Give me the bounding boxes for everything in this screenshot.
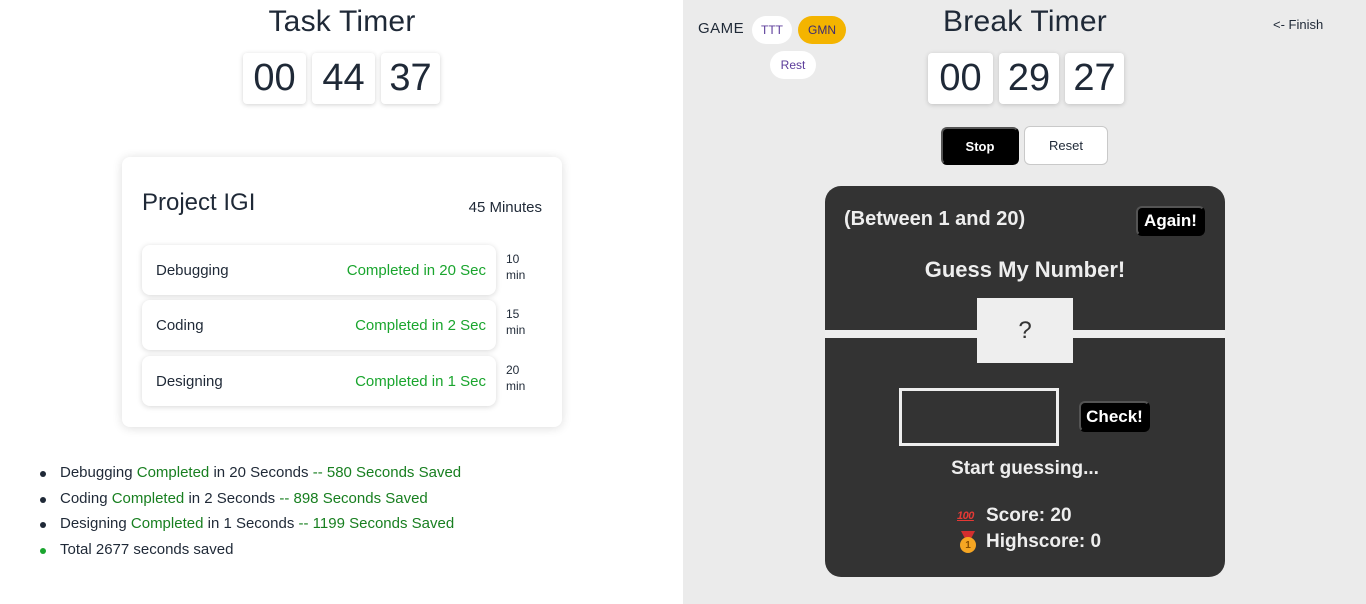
task-status: Completed in 20 Sec <box>346 261 486 279</box>
highscore-row: 1 Highscore: 0 <box>957 531 1101 553</box>
game-message: Start guessing... <box>951 458 1099 479</box>
task-minutes-value: 20 <box>506 363 520 377</box>
number-range: (Between 1 and 20) <box>844 208 1026 230</box>
summary-saved: -- 1199 Seconds Saved <box>298 515 455 533</box>
summary-total: Total 2677 seconds saved <box>38 541 461 567</box>
break-timer-seconds: 27 <box>1065 53 1124 104</box>
summary-duration: in 2 Seconds <box>188 489 276 507</box>
gmn-game-button[interactable]: GMN <box>798 16 846 44</box>
summary-item: Coding Completed in 2 Seconds -- 898 Sec… <box>38 490 461 516</box>
score-row: 100 Score: 20 <box>957 505 1072 527</box>
task-name: Debugging <box>156 261 229 279</box>
task-timer-pane: Task Timer 00 44 37 Project IGI 45 Minut… <box>0 0 683 604</box>
task-minutes-unit: min <box>506 323 526 337</box>
task-status: Completed in 1 Sec <box>355 372 486 390</box>
task-timer-hours: 00 <box>243 53 306 104</box>
check-button[interactable]: Check! <box>1079 401 1150 432</box>
finish-link[interactable]: <- Finish <box>1273 17 1323 32</box>
task-timer-title: Task Timer <box>268 5 416 38</box>
summary-task: Designing <box>60 515 127 533</box>
rest-button[interactable]: Rest <box>770 51 816 79</box>
game-title: Guess My Number! <box>924 257 1126 282</box>
break-timer-title: Break Timer <box>943 5 1107 38</box>
summary-duration: in 1 Seconds <box>207 515 295 533</box>
summary-task: Coding <box>60 489 108 507</box>
medal-icon: 1 <box>957 531 979 553</box>
task-minutes-unit: min <box>506 379 526 393</box>
project-title: Project IGI <box>142 189 256 216</box>
break-timer-pane: GAME TTT GMN Rest <- Finish Break Timer … <box>683 0 1366 604</box>
task-minutes-value: 15 <box>506 307 520 321</box>
guess-number-game: (Between 1 and 20) Again! Guess My Numbe… <box>825 186 1225 577</box>
task-minutes-unit: min <box>506 268 526 282</box>
task-timer-display: 00 44 37 <box>243 53 440 104</box>
reset-button[interactable]: Reset <box>1024 126 1108 165</box>
summary-item: Debugging Completed in 20 Seconds -- 580… <box>38 464 461 490</box>
summary-item: Designing Completed in 1 Seconds -- 1199… <box>38 515 461 541</box>
task-row-debugging[interactable]: Debugging Completed in 20 Sec <box>142 245 496 295</box>
task-row-coding[interactable]: Coding Completed in 2 Sec <box>142 300 496 350</box>
highscore-label: Highscore: 0 <box>986 531 1102 552</box>
game-label: GAME <box>698 20 745 37</box>
task-name: Coding <box>156 316 204 334</box>
break-timer-minutes: 29 <box>999 53 1059 104</box>
summary-saved: -- 580 Seconds Saved <box>312 464 462 481</box>
summary-completed: Completed <box>136 464 210 481</box>
summary-completed: Completed <box>130 515 204 533</box>
task-minutes: 20 min <box>506 362 546 394</box>
guess-input[interactable] <box>899 388 1059 446</box>
again-button[interactable]: Again! <box>1136 206 1205 236</box>
score-label: Score: 20 <box>986 505 1072 526</box>
summary-completed: Completed <box>111 489 185 507</box>
summary-task: Debugging <box>60 464 133 481</box>
task-timer-minutes: 44 <box>312 53 375 104</box>
task-row-designing[interactable]: Designing Completed in 1 Sec <box>142 356 496 406</box>
project-duration: 45 Minutes <box>468 199 542 216</box>
project-card: Project IGI 45 Minutes Debugging Complet… <box>122 157 562 427</box>
savings-summary-list: Debugging Completed in 20 Seconds -- 580… <box>38 464 461 566</box>
summary-saved: -- 898 Seconds Saved <box>279 489 428 507</box>
task-minutes: 10 min <box>506 251 546 283</box>
secret-number-box: ? <box>977 298 1073 363</box>
stop-button[interactable]: Stop <box>941 127 1019 165</box>
task-name: Designing <box>156 372 223 390</box>
ttt-game-button[interactable]: TTT <box>752 16 792 44</box>
task-minutes: 15 min <box>506 306 546 338</box>
task-status: Completed in 2 Sec <box>355 316 486 334</box>
summary-duration: in 20 Seconds <box>213 464 309 481</box>
task-minutes-value: 10 <box>506 252 520 266</box>
break-timer-hours: 00 <box>928 53 993 104</box>
break-timer-display: 00 29 27 <box>928 53 1124 104</box>
hundred-points-icon: 100 <box>957 510 974 522</box>
task-timer-seconds: 37 <box>381 53 440 104</box>
